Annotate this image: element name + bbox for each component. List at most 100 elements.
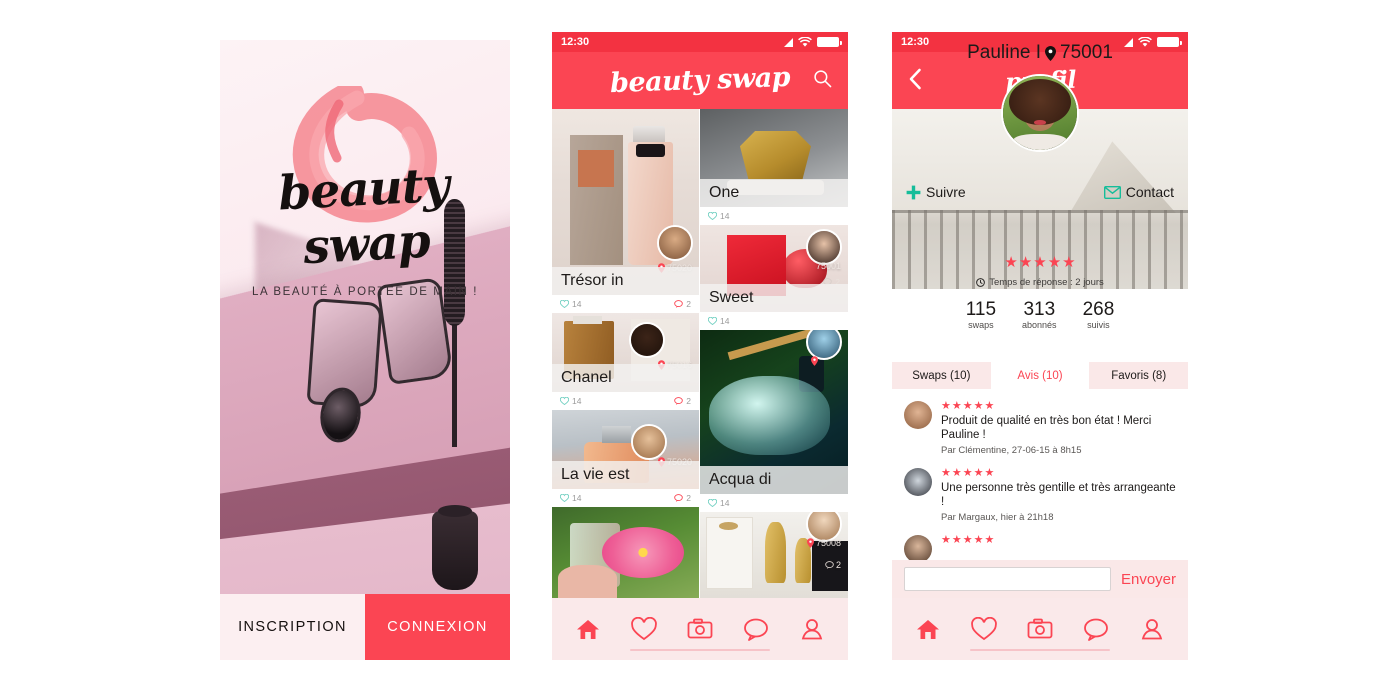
contact-button[interactable]: Contact: [1103, 184, 1174, 200]
star-icon: ★: [973, 400, 984, 412]
star-icon: ★: [984, 466, 995, 479]
star-icon: ★: [984, 400, 995, 412]
stat-value: 313: [1023, 299, 1056, 320]
card-title: One: [700, 179, 848, 207]
status-bar-time: 12:30: [561, 36, 590, 48]
feed-card-lavie[interactable]: 75020 La vie est: [552, 410, 699, 489]
person-icon[interactable]: [1139, 617, 1165, 641]
star-icon: ★: [951, 466, 962, 479]
star-icon: ★: [1033, 254, 1047, 271]
heart-icon: [560, 397, 569, 405]
chat-icon[interactable]: [743, 617, 769, 641]
comment-count-text: 2: [686, 493, 691, 503]
home-icon[interactable]: [575, 617, 601, 641]
comment-count-text: 2: [686, 396, 691, 406]
star-icon: ★: [951, 533, 962, 546]
avatar[interactable]: [904, 467, 932, 496]
splash-tagline: LA BEAUTÉ À PORTÉE DE MAIN !: [251, 286, 479, 298]
status-bar: 12:30: [552, 32, 848, 52]
avatar[interactable]: [904, 534, 932, 560]
feed-card-chanel[interactable]: 75016 Chanel: [552, 313, 699, 392]
person-icon[interactable]: [799, 617, 825, 641]
tab-favoris[interactable]: Favoris (8): [1089, 362, 1188, 389]
star-rating: ★ ★ ★ ★ ★: [941, 466, 1176, 479]
feed-card-sweet[interactable]: 75001 2 Sweet: [700, 225, 848, 312]
feed-screen: 12:30 beauty swap Trésor in 14 2 Chanel …: [552, 32, 848, 660]
feed-card-tresor[interactable]: 75020 Trésor in: [552, 109, 699, 295]
star-icon: ★: [941, 466, 951, 479]
card-location-text: 75008: [815, 538, 841, 548]
login-button[interactable]: CONNEXION: [365, 594, 510, 660]
like-count-text: 14: [572, 493, 582, 503]
card-title: Chanel: [552, 364, 699, 392]
heart-icon: [560, 300, 569, 308]
card-owner-avatar[interactable]: [657, 225, 693, 261]
home-indicator: [970, 648, 1110, 651]
card-location-text: 75001: [815, 261, 841, 271]
list-item: ★ ★ ★ ★ ★: [904, 533, 1176, 560]
camera-icon[interactable]: [687, 617, 713, 641]
avatar[interactable]: [904, 401, 932, 429]
card-owner-avatar[interactable]: [629, 322, 665, 358]
card-like-count: 14: [560, 396, 581, 406]
card-title: La vie est: [552, 461, 699, 489]
feed-card-one[interactable]: One: [700, 109, 848, 207]
avatar[interactable]: [1001, 74, 1079, 152]
feed-card-flower[interactable]: [552, 507, 699, 598]
feed-card-jadore[interactable]: 75008 2: [700, 512, 848, 598]
plus-icon: [906, 185, 921, 199]
send-button[interactable]: Envoyer: [1121, 571, 1176, 588]
signup-button[interactable]: INSCRIPTION: [220, 594, 365, 660]
card-meta: 14 2: [552, 295, 699, 313]
wifi-icon: [798, 36, 812, 47]
profile-name: Pauline I: [967, 42, 1042, 63]
tab-swaps[interactable]: Swaps (10): [892, 362, 991, 389]
profile-rating: ★ ★ ★ ★ ★: [892, 255, 1188, 270]
heart-icon[interactable]: [631, 617, 657, 641]
home-icon[interactable]: [915, 617, 941, 641]
star-icon: ★: [984, 533, 995, 546]
chat-icon: [674, 494, 684, 502]
review-text: Une personne très gentille et très arran…: [941, 481, 1176, 509]
envelope-icon: [1103, 185, 1121, 199]
splash-logo: beauty swap LA BEAUTÉ À PORTÉE DE MAIN !: [220, 86, 510, 298]
stat-label: swaps: [968, 319, 994, 330]
follow-button[interactable]: Suivre: [906, 184, 966, 200]
search-icon[interactable]: [813, 69, 832, 88]
review-list[interactable]: ★ ★ ★ ★ ★ Produit de qualité en très bon…: [892, 392, 1188, 560]
feed-grid[interactable]: 75020 Trésor in 14: [552, 109, 848, 598]
card-owner-avatar[interactable]: [806, 229, 842, 265]
card-location: [811, 356, 820, 366]
card-location: 75008: [806, 538, 841, 548]
tab-avis[interactable]: Avis (10): [990, 362, 1090, 389]
card-comment-count: 2: [825, 560, 841, 570]
chat-icon: [674, 300, 684, 308]
card-photo: [552, 507, 699, 598]
card-meta: 14: [700, 312, 848, 330]
splash-logo-wordmark: beauty swap: [277, 157, 451, 276]
feed-column-left: 75020 Trésor in 14: [552, 109, 700, 598]
card-like-count: 14: [708, 316, 729, 326]
star-icon: ★: [962, 400, 973, 412]
chat-icon: [674, 397, 684, 405]
review-meta: Par Margaux, hier à 21h18: [941, 511, 1054, 523]
star-icon: ★: [941, 400, 951, 412]
star-rating: ★ ★ ★ ★ ★: [941, 401, 1176, 412]
card-like-count: 14: [560, 299, 581, 309]
chevron-left-icon[interactable]: [906, 68, 926, 90]
card-title: Sweet: [700, 284, 848, 312]
like-count-text: 14: [572, 396, 582, 406]
feed-card-acqua[interactable]: Acqua di: [700, 330, 848, 494]
stat-swaps: 115 swaps: [966, 300, 996, 330]
review-input[interactable]: [904, 567, 1111, 591]
camera-icon[interactable]: [1027, 617, 1053, 641]
pin-icon: [811, 356, 818, 366]
like-count-text: 14: [720, 498, 730, 508]
heart-icon[interactable]: [971, 617, 997, 641]
profile-stats: 115 swaps 313 abonnés 268 suivis: [892, 300, 1188, 330]
card-meta: 14 2: [552, 392, 699, 410]
chat-icon[interactable]: [1083, 617, 1109, 641]
like-count-text: 14: [572, 299, 582, 309]
list-item: ★ ★ ★ ★ ★ Une personne très gentille et …: [904, 466, 1176, 523]
card-owner-avatar[interactable]: [631, 424, 667, 460]
